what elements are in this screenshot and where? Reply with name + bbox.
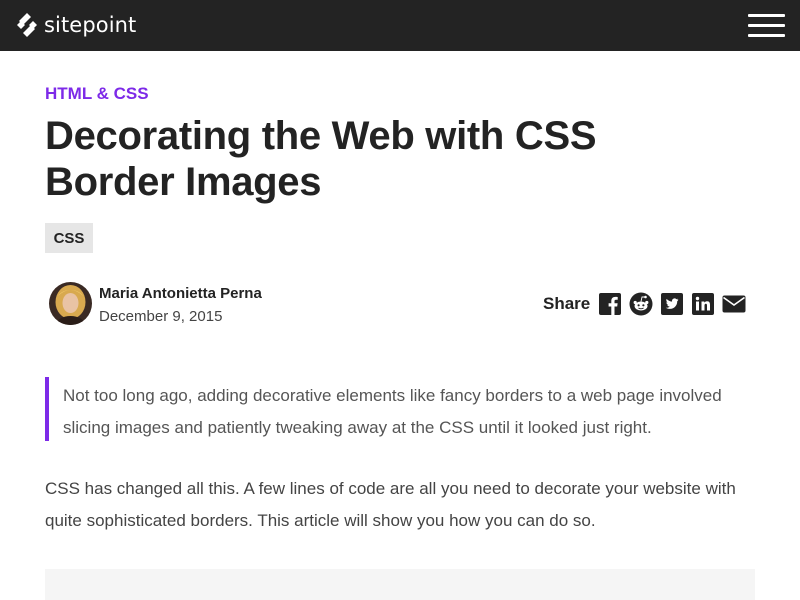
site-header: sitepoint bbox=[0, 0, 800, 51]
hamburger-menu-icon[interactable] bbox=[748, 14, 785, 37]
menu-line bbox=[748, 14, 785, 17]
reddit-icon[interactable] bbox=[629, 292, 653, 316]
publish-date: December 9, 2015 bbox=[99, 308, 223, 325]
title-line-2: Border Images bbox=[45, 160, 322, 204]
category-link[interactable]: HTML & CSS bbox=[45, 84, 149, 104]
linkedin-icon[interactable] bbox=[691, 292, 715, 316]
sitepoint-logo[interactable]: sitepoint bbox=[16, 12, 136, 38]
twitter-icon[interactable] bbox=[660, 292, 684, 316]
share-label: Share bbox=[543, 294, 591, 313]
sitepoint-logo-icon bbox=[17, 13, 37, 37]
article-paragraph: CSS has changed all this. A few lines of… bbox=[45, 479, 736, 530]
facebook-icon[interactable] bbox=[598, 292, 622, 316]
logo-text: sitepoint bbox=[44, 13, 137, 37]
email-icon[interactable] bbox=[722, 292, 746, 316]
menu-line bbox=[748, 34, 785, 37]
tag-css[interactable]: CSS bbox=[45, 223, 93, 253]
intro-quote-text: Not too long ago, adding decorative elem… bbox=[63, 386, 722, 437]
avatar-image bbox=[49, 282, 92, 325]
title-line-1: Decorating the Web with CSS bbox=[45, 114, 597, 158]
author-name[interactable]: Maria Antonietta Perna bbox=[99, 285, 262, 302]
article-title: Decorating the Web with CSS Border Image… bbox=[45, 113, 745, 205]
intro-blockquote: Not too long ago, adding decorative elem… bbox=[45, 377, 755, 441]
code-block bbox=[45, 569, 755, 600]
menu-line bbox=[748, 24, 785, 27]
author-avatar[interactable] bbox=[49, 282, 92, 325]
